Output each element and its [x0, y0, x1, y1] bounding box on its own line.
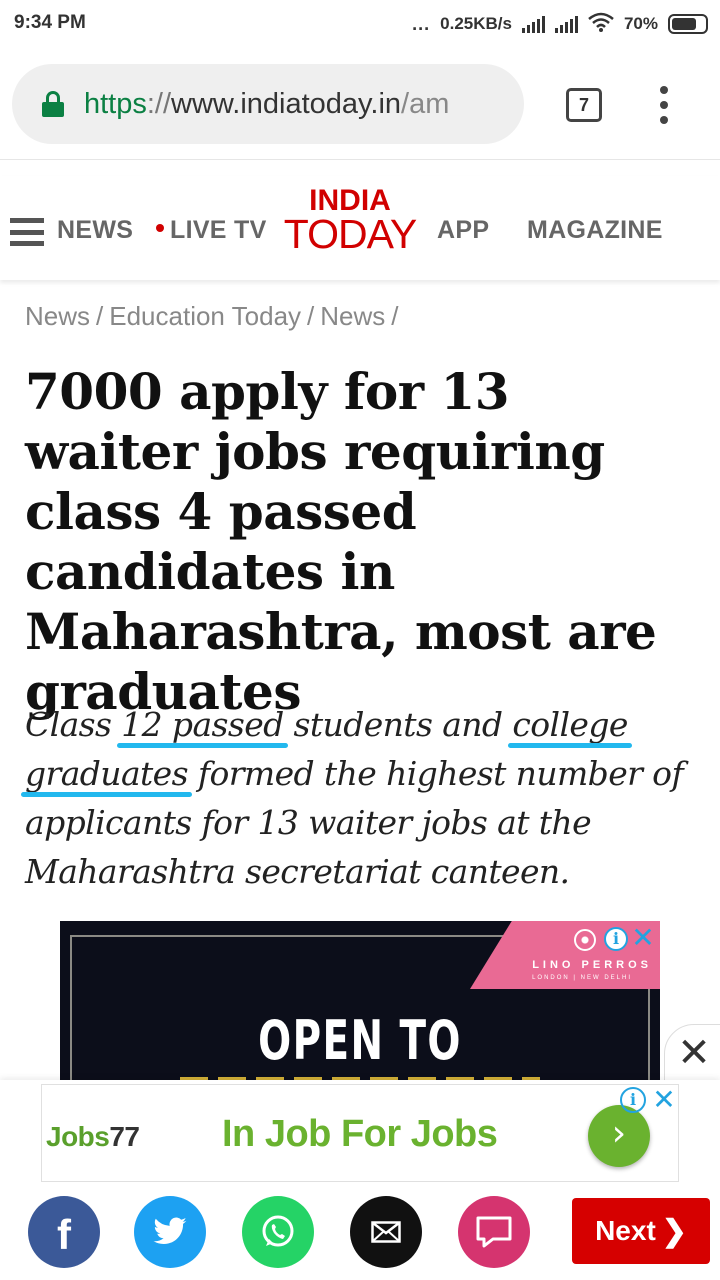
logo-bottom-text: TODAY	[283, 211, 417, 257]
live-dot-icon	[156, 224, 164, 233]
comment-icon	[476, 1216, 512, 1248]
status-time: 9:34 PM	[14, 12, 86, 33]
whatsapp-icon	[262, 1215, 294, 1247]
nav-magazine[interactable]: MAGAZINE	[527, 216, 663, 245]
share-bar: f Next ❯	[0, 1186, 720, 1280]
banner-go-button[interactable]: ›	[588, 1105, 650, 1167]
banner-close-icon[interactable]: ✕	[650, 1085, 678, 1115]
next-article-button[interactable]: Next ❯	[572, 1198, 710, 1264]
banner-logo: Jobs77	[46, 1121, 140, 1153]
url-host: www.indiatoday.in	[171, 87, 402, 120]
url-text[interactable]: https://www.indiatoday.in/am	[84, 88, 449, 121]
network-speed: 0.25KB/s	[440, 14, 512, 33]
breadcrumb-separator: /	[307, 301, 315, 331]
breadcrumb: News / Education Today / News /	[25, 301, 405, 332]
display-ad[interactable]: LINO PERROS LONDON | NEW DELHI i ✕ OPEN …	[60, 921, 660, 1086]
breadcrumb-separator: /	[391, 301, 399, 331]
ad-brand: LINO PERROS	[532, 959, 652, 971]
twitter-share-button[interactable]	[134, 1196, 206, 1268]
signal-1-icon	[521, 15, 545, 33]
chevron-right-icon: ❯	[661, 1214, 687, 1248]
browser-toolbar: https://www.indiatoday.in/am 7	[0, 48, 720, 160]
url-separator: ://	[146, 87, 172, 120]
ad-brand-logo-icon	[574, 929, 596, 951]
nav-live-tv-label: LIVE TV	[170, 216, 267, 244]
comment-button[interactable]	[458, 1196, 530, 1268]
breadcrumb-news-sub[interactable]: News	[320, 301, 385, 331]
hamburger-menu-icon[interactable]	[10, 218, 44, 246]
highlighted-text: 12 passed	[121, 705, 284, 744]
breadcrumb-education-today[interactable]: Education Today	[109, 301, 301, 331]
highlighted-text: college	[512, 705, 628, 744]
india-today-logo[interactable]: INDIA TODAY	[278, 186, 422, 255]
nav-app[interactable]: APP	[437, 216, 489, 245]
signal-2-icon	[554, 15, 578, 33]
tabs-icon[interactable]: 7	[566, 88, 602, 122]
breadcrumb-news[interactable]: News	[25, 301, 90, 331]
article-summary: Class 12 passed students and college gra…	[25, 700, 695, 896]
battery-icon	[668, 14, 708, 34]
banner-info-icon[interactable]: i	[620, 1087, 646, 1113]
summary-text: students and	[283, 705, 513, 744]
breadcrumb-separator: /	[96, 301, 104, 331]
overlay-close-icon[interactable]: ✕	[664, 1024, 720, 1082]
summary-text: Class	[25, 705, 122, 744]
url-path: /am	[401, 87, 450, 120]
banner-logo-number: 77	[109, 1121, 140, 1152]
status-indicators: ... 0.25KB/s 70%	[412, 10, 708, 38]
banner-ad[interactable]: Jobs77 In Job For Jobs › i ✕	[0, 1080, 720, 1186]
site-navbar: NEWS LIVE TV INDIA TODAY APP MAGAZINE	[0, 176, 720, 280]
lock-icon[interactable]	[42, 91, 64, 117]
highlighted-text: graduates	[25, 754, 189, 793]
next-label: Next	[595, 1215, 656, 1246]
facebook-share-button[interactable]: f	[28, 1196, 100, 1268]
twitter-icon	[153, 1217, 187, 1245]
more-menu-icon[interactable]	[658, 86, 670, 124]
whatsapp-share-button[interactable]	[242, 1196, 314, 1268]
mail-icon	[371, 1221, 401, 1243]
status-bar: 9:34 PM ... 0.25KB/s 70%	[0, 0, 720, 48]
banner-logo-text: Jobs	[46, 1121, 110, 1152]
wifi-icon	[588, 12, 614, 37]
nav-news[interactable]: NEWS	[57, 216, 133, 245]
notification-dots: ...	[412, 13, 431, 34]
ad-info-icon[interactable]: i	[604, 927, 628, 951]
facebook-icon: f	[57, 1211, 71, 1258]
url-scheme: https	[84, 87, 147, 120]
battery-percent: 70%	[623, 14, 658, 33]
email-share-button[interactable]	[350, 1196, 422, 1268]
article-headline: 7000 apply for 13 waiter jobs requiring …	[25, 362, 657, 721]
ad-close-icon[interactable]: ✕	[630, 923, 656, 953]
nav-live-tv[interactable]: LIVE TV	[156, 216, 267, 245]
ad-headline: OPEN TO	[258, 1009, 462, 1072]
banner-ad-content[interactable]: Jobs77 In Job For Jobs › i ✕	[41, 1084, 679, 1182]
ad-brand-sub: LONDON | NEW DELHI	[532, 975, 632, 981]
banner-title: In Job For Jobs	[222, 1113, 498, 1155]
address-bar[interactable]: https://www.indiatoday.in/am	[12, 64, 524, 144]
